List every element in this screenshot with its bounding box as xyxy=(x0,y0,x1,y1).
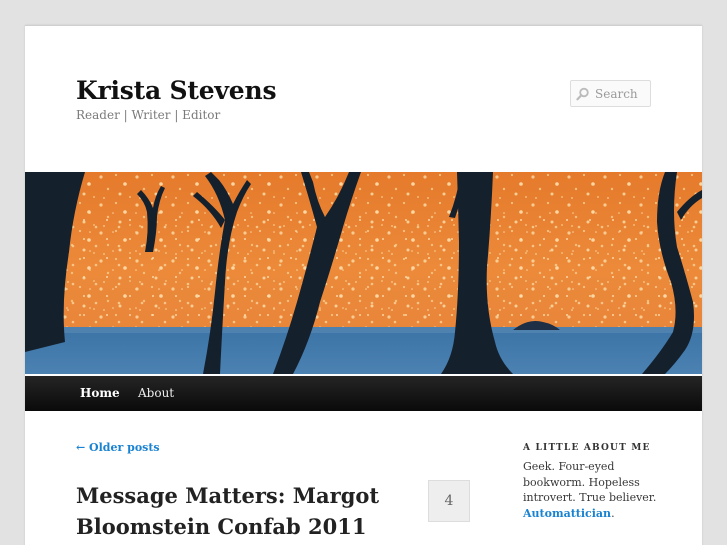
page-container: Krista Stevens Reader | Writer | Editor … xyxy=(25,25,702,545)
comment-count-badge[interactable]: 4 xyxy=(428,480,470,522)
widget-body-text: Geek. Four-eyed bookworm. Hopeless intro… xyxy=(523,460,657,504)
older-posts-link[interactable]: ← Older posts xyxy=(76,441,160,454)
nav-item-about[interactable]: About xyxy=(138,376,174,411)
site-title[interactable]: Krista Stevens xyxy=(76,76,277,105)
automattician-link[interactable]: Automattician xyxy=(523,507,611,520)
main-navigation: Home About xyxy=(25,376,702,411)
site-header: Krista Stevens Reader | Writer | Editor … xyxy=(25,26,702,172)
header-image xyxy=(25,172,702,374)
search-placeholder: Search xyxy=(595,86,638,101)
widget-suffix: . xyxy=(611,506,615,520)
widget-text: Geek. Four-eyed bookworm. Hopeless intro… xyxy=(523,459,663,521)
post-title[interactable]: Message Matters: Margot Bloomstein Confa… xyxy=(76,480,406,542)
site-description: Reader | Writer | Editor xyxy=(76,108,221,122)
widget-title: A Little About Me xyxy=(523,443,651,453)
search-input[interactable]: Search xyxy=(570,80,651,107)
search-icon xyxy=(576,87,589,100)
nav-item-home[interactable]: Home xyxy=(80,376,120,411)
